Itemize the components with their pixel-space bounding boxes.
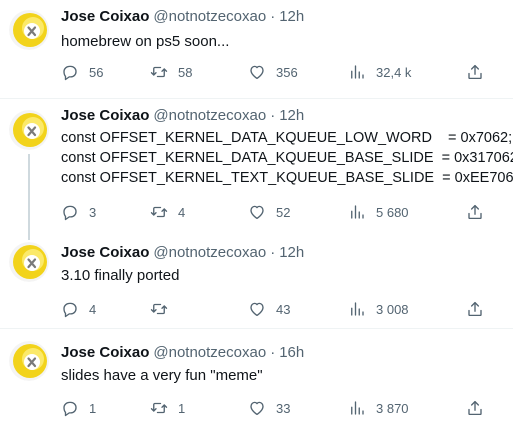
tweet-text-line: const OFFSET_KERNEL_DATA_KQUEUE_BASE_SLI… [61,150,513,166]
views-icon [348,300,366,318]
author-name[interactable]: Jose Coixao [61,344,149,361]
views-count: 3 870 [376,400,409,416]
retweet-button[interactable]: 58 [150,62,192,82]
reply-icon [61,300,79,318]
share-button[interactable] [466,299,484,319]
heart-icon [248,300,266,318]
share-button[interactable] [466,62,484,82]
like-button[interactable]: 52 [248,202,290,222]
like-count: 356 [276,64,298,80]
heart-icon [248,399,266,417]
reply-icon [61,399,79,417]
reply-icon [61,203,79,221]
share-button[interactable] [466,202,484,222]
retweet-count: 58 [178,64,193,80]
tweet-text: slides have a very fun "meme" [61,367,263,384]
like-count: 33 [276,400,291,416]
tweet-header: Jose Coixao @notnotzecoxao · 12h [61,7,304,27]
retweet-icon [150,63,168,81]
like-count: 43 [276,301,291,317]
author-name[interactable]: Jose Coixao [61,107,149,124]
share-icon [466,300,484,318]
views-count: 5 680 [376,204,409,220]
retweet-count: 1 [178,400,186,416]
share-button[interactable] [466,398,484,418]
tweet[interactable]: Jose Coixao @notnotzecoxao · 16h slides hav… [0,329,513,430]
like-button[interactable]: 33 [248,398,290,418]
separator-dot: · [270,8,276,25]
reply-count: 4 [89,301,97,317]
action-bar: 3 4 52 5 680 [0,202,513,222]
tweet[interactable]: Jose Coixao @notnotzecoxao · 12h 3.10 final… [0,232,513,328]
avatar-image [9,10,49,50]
tweet-text: 3.10 finally ported [61,267,180,284]
retweet-button[interactable] [150,299,178,319]
tweet-header: Jose Coixao @notnotzecoxao · 12h [61,106,304,126]
like-button[interactable]: 43 [248,299,290,319]
reply-count: 1 [89,400,97,416]
avatar-image [9,242,49,282]
separator-dot: · [270,107,276,124]
author-handle[interactable]: @notnotzecoxao [153,8,266,25]
avatar[interactable] [9,341,49,381]
retweet-icon [150,300,168,318]
views-button[interactable]: 32,4 k [348,62,411,82]
retweet-count: 4 [178,204,186,220]
heart-icon [248,203,266,221]
retweet-button[interactable]: 4 [150,202,185,222]
tweet-text: homebrew on ps5 soon... [61,33,230,50]
views-button[interactable]: 3 008 [348,299,409,319]
tweet[interactable]: Jose Coixao @notnotzecoxao · 12h const OFFS… [0,99,513,232]
reply-count: 3 [89,204,97,220]
author-handle[interactable]: @notnotzecoxao [153,107,266,124]
retweet-icon [150,399,168,417]
retweet-button[interactable]: 1 [150,398,185,418]
like-count: 52 [276,204,291,220]
share-icon [466,203,484,221]
views-icon [348,63,366,81]
reply-button[interactable]: 56 [61,62,103,82]
author-handle[interactable]: @notnotzecoxao [153,244,266,261]
timestamp[interactable]: 12h [279,8,304,25]
tweet[interactable]: Jose Coixao @notnotzecoxao · 12h homebrew o… [0,0,513,98]
reply-button[interactable]: 4 [61,299,96,319]
timestamp[interactable]: 16h [279,344,304,361]
author-name[interactable]: Jose Coixao [61,244,149,261]
separator-dot: · [270,244,276,261]
views-icon [348,203,366,221]
share-icon [466,63,484,81]
author-handle[interactable]: @notnotzecoxao [153,344,266,361]
avatar-image [9,110,49,150]
tweet-text-line: const OFFSET_KERNEL_TEXT_KQUEUE_BASE_SLI… [61,170,513,186]
views-button[interactable]: 5 680 [348,202,409,222]
avatar[interactable] [9,10,49,50]
avatar[interactable] [9,110,49,150]
tweet-header: Jose Coixao @notnotzecoxao · 16h [61,343,304,363]
tweet-header: Jose Coixao @notnotzecoxao · 12h [61,243,304,263]
like-button[interactable]: 356 [248,62,298,82]
separator-dot: · [270,344,276,361]
action-bar: 4 43 3 008 [0,299,513,319]
tweet-feed: Jose Coixao @notnotzecoxao · 12h homebrew o… [0,0,513,430]
views-count: 32,4 k [376,64,412,80]
retweet-icon [150,203,168,221]
action-bar: 56 58 356 32,4 k [0,62,513,82]
reply-button[interactable]: 3 [61,202,96,222]
timestamp[interactable]: 12h [279,107,304,124]
views-icon [348,399,366,417]
action-bar: 1 1 33 3 870 [0,398,513,418]
thread-line [28,232,30,240]
reply-count: 56 [89,64,104,80]
reply-icon [61,63,79,81]
reply-button[interactable]: 1 [61,398,96,418]
avatar[interactable] [9,242,49,282]
views-count: 3 008 [376,301,409,317]
timestamp[interactable]: 12h [279,244,304,261]
views-button[interactable]: 3 870 [348,398,409,418]
avatar-image [9,341,49,381]
author-name[interactable]: Jose Coixao [61,8,149,25]
share-icon [466,399,484,417]
heart-icon [248,63,266,81]
tweet-text-line: const OFFSET_KERNEL_DATA_KQUEUE_LOW_WORD… [61,130,513,146]
